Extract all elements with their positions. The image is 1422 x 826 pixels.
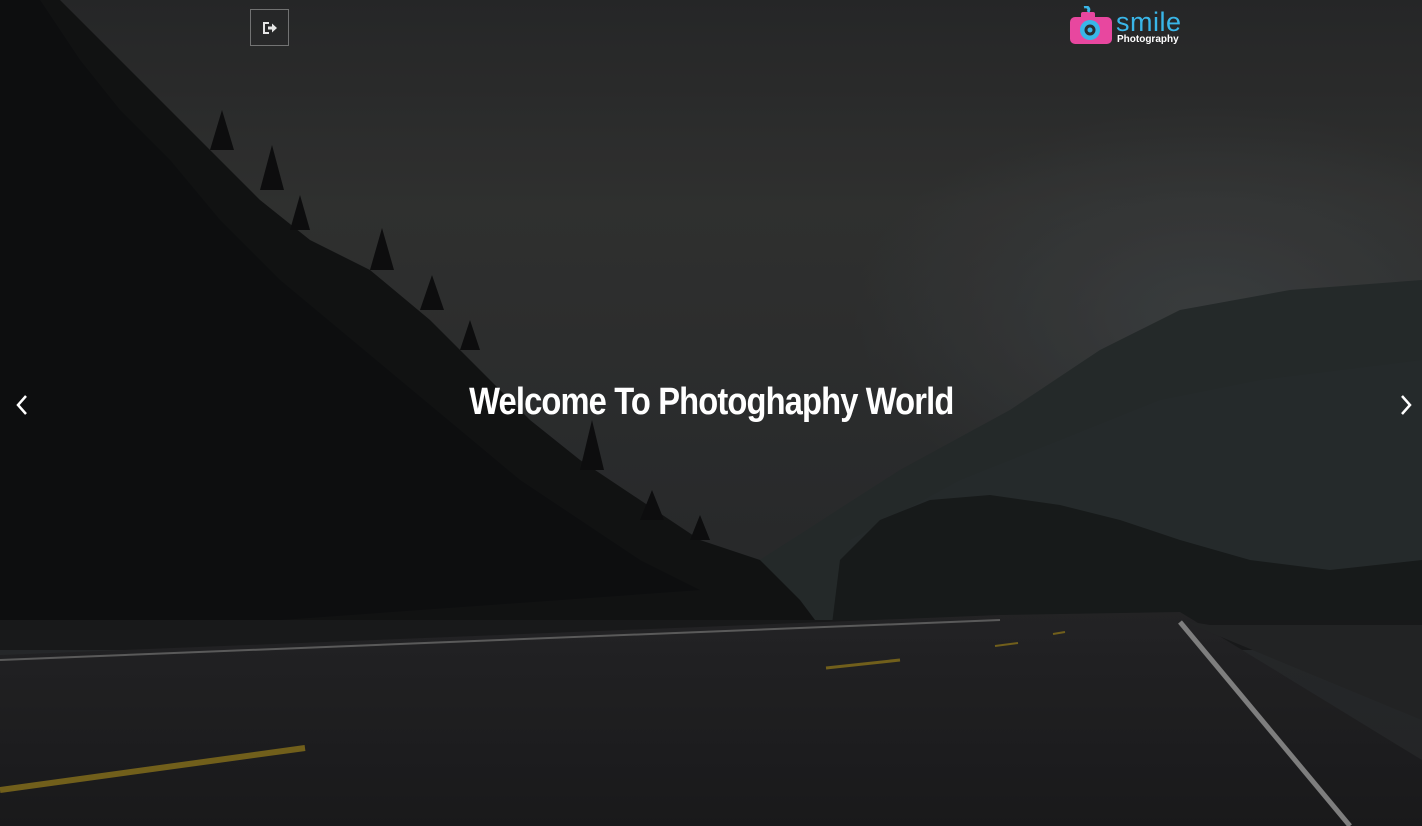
carousel-next-button[interactable]: [1392, 390, 1420, 420]
chevron-left-icon: [16, 395, 27, 415]
camera-icon: [1070, 6, 1112, 44]
logo-word: smile: [1116, 7, 1182, 37]
sign-out-icon: [262, 21, 277, 34]
site-logo[interactable]: smile Photography: [1068, 6, 1208, 50]
hero-carousel: smile Photography Welcome To Photoghaphy…: [0, 0, 1422, 826]
logout-button[interactable]: [250, 9, 289, 46]
chevron-right-icon: [1401, 395, 1412, 415]
carousel-prev-button[interactable]: [8, 390, 36, 420]
logo-subtitle: Photography: [1117, 34, 1179, 45]
carousel-headline: Welcome To Photoghaphy World: [469, 381, 954, 423]
